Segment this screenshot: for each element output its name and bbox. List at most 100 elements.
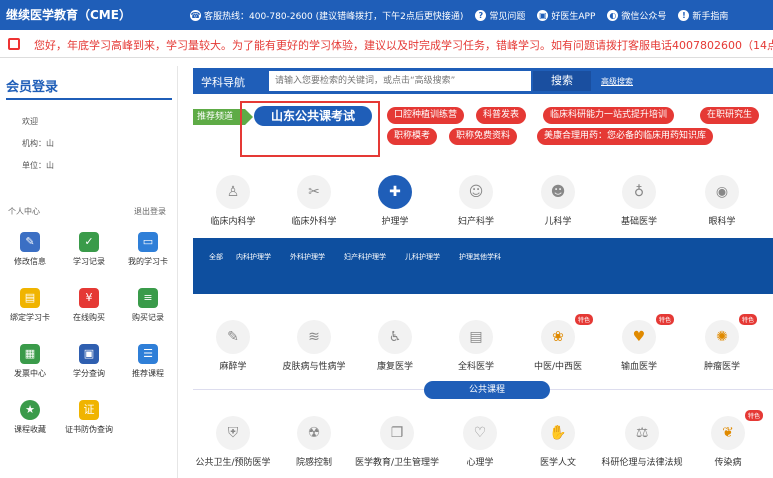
search-button[interactable]: 搜索: [533, 71, 591, 91]
dept-label: 麻醉学: [219, 362, 247, 372]
hotline-text: 客服热线：400-780-2600 (建议错峰拨打，下午2点后更快接通): [204, 11, 464, 22]
search-input[interactable]: [269, 71, 531, 91]
dept-transfusion[interactable]: ♥ 特色 输血医学: [604, 314, 674, 372]
site-brand[interactable]: 继续医学教育（CME）: [6, 6, 131, 23]
dept-dermatology[interactable]: ≋ 皮肤病与性病学: [279, 320, 349, 372]
dept-label: 基础医学: [620, 217, 657, 227]
menu-credit-query[interactable]: ▣ 学分查询: [61, 344, 117, 379]
menu-label: 修改信息: [14, 257, 46, 266]
tag-science-publish[interactable]: 科普发表: [476, 107, 527, 124]
menu-buy-online[interactable]: ¥ 在线购买: [61, 288, 117, 323]
top-links: ☎ 客服热线：400-780-2600 (建议错峰拨打，下午2点后更快接通) ? 常…: [190, 0, 728, 30]
menu-favorites[interactable]: ★ 课程收藏: [2, 400, 58, 435]
dept-label: 皮肤病与性病学: [282, 362, 346, 372]
title-divider: [6, 98, 172, 100]
scalpel-icon: ✂: [297, 175, 331, 209]
advanced-search-link[interactable]: 高级搜索: [601, 76, 633, 87]
pregnant-icon: ☺: [459, 175, 493, 209]
public-med-education[interactable]: ❐ 医学教育/卫生管理学: [350, 416, 444, 468]
tag-free-material[interactable]: 职称免费资料: [449, 128, 518, 145]
menu-label: 在线购买: [73, 313, 105, 322]
menu-label: 推荐课程: [132, 369, 164, 378]
app-link[interactable]: ▣ 好医生APP: [537, 9, 595, 22]
menu-label: 发票中心: [14, 369, 46, 378]
card-icon: ▭: [138, 232, 158, 252]
bulb-icon: !: [678, 9, 690, 21]
dept-oncology[interactable]: ✺ 特色 肿瘤医学: [687, 314, 757, 372]
dept-tcm[interactable]: ❀ 特色 中医/中西医: [523, 314, 593, 372]
heart-hand-icon: ♡: [463, 416, 497, 450]
member-sidebar: 会员登录 欢迎 机构：山 单位：山 个人中心 退出登录 ✎ 修改信息 ✓ 学习记录 …: [0, 66, 178, 478]
scales-icon: ⚖: [625, 416, 659, 450]
tumor-icon: ✺: [705, 320, 739, 354]
dept-label: 护理学: [381, 217, 409, 227]
dept-general-practice[interactable]: ▤ 全科医学: [441, 320, 511, 372]
baby-icon: ☻: [541, 175, 575, 209]
recommend-channel-label: 推荐频道: [193, 109, 253, 125]
featured-badge: 特色: [574, 314, 593, 325]
dept-nursing[interactable]: ✚ 护理学: [360, 175, 430, 227]
skin-icon: ≋: [297, 320, 331, 354]
dept-surgery[interactable]: ✂ 临床外科学: [279, 175, 349, 227]
body-icon: ♙: [216, 175, 250, 209]
menu-bind-card[interactable]: ▤ 绑定学习卡: [2, 288, 58, 323]
shield-icon: ⛨: [216, 416, 250, 450]
public-ethics-law[interactable]: ⚖ 科研伦理与法律法规: [597, 416, 687, 468]
menu-recommend[interactable]: ☰ 推荐课程: [120, 344, 176, 379]
menu-edit-info[interactable]: ✎ 修改信息: [2, 232, 58, 267]
menu-purchase-record[interactable]: ≡ 购买记录: [120, 288, 176, 323]
tag-meikang[interactable]: 美康合理用药：您必备的临床用药知识库: [537, 128, 714, 145]
wechat-icon: ◐: [607, 9, 619, 21]
guide-link[interactable]: ! 新手指南: [678, 9, 728, 22]
menu-study-record[interactable]: ✓ 学习记录: [61, 232, 117, 267]
menu-invoice[interactable]: ▦ 发票中心: [2, 344, 58, 379]
cart-icon: ¥: [79, 288, 99, 308]
dept-pediatrics[interactable]: ☻ 儿科学: [523, 175, 593, 227]
subject-nav-bar: 学科导航 搜索 高级搜索: [193, 68, 773, 94]
dept-rehabilitation[interactable]: ♿ 康复医学: [360, 320, 430, 372]
subject-other-nursing[interactable]: 护理其他学科: [459, 252, 501, 262]
dept-internal-medicine[interactable]: ♙ 临床内科学: [198, 175, 268, 227]
faq-label: 常见问题: [489, 11, 526, 22]
logout-link[interactable]: 退出登录: [134, 206, 166, 217]
bind-card-icon: ▤: [20, 288, 40, 308]
menu-my-card[interactable]: ▭ 我的学习卡: [120, 232, 176, 267]
dept-ophthalmology[interactable]: ◉ 眼科学: [687, 175, 757, 227]
subject-internal-nursing[interactable]: 内科护理学: [236, 252, 271, 262]
public-infectious[interactable]: ❦ 特色 传染病: [693, 410, 763, 468]
welcome-text: 欢迎: [22, 117, 38, 126]
dept-obstetrics[interactable]: ☺ 妇产科学: [441, 175, 511, 227]
subject-surgical-nursing[interactable]: 外科护理学: [290, 252, 325, 262]
faq-link[interactable]: ? 常见问题: [475, 9, 525, 22]
tag-mock-exam[interactable]: 职称模考: [387, 128, 438, 145]
folder-icon: ▤: [459, 320, 493, 354]
list-icon: ≡: [138, 288, 158, 308]
dept-label: 康复医学: [376, 362, 413, 372]
menu-label: 购买记录: [132, 313, 164, 322]
public-label: 院感控制: [295, 458, 332, 468]
tag-research-training[interactable]: 临床科研能力一站式提升培训: [543, 107, 675, 124]
public-health[interactable]: ⛨ 公共卫生/预防医学: [191, 416, 275, 468]
dept-label: 中医/中西医: [533, 362, 583, 372]
unit-text: 单位：山: [22, 161, 54, 170]
menu-label: 课程收藏: [14, 425, 46, 434]
dept-label: 输血医学: [620, 362, 657, 372]
record-icon: ✓: [79, 232, 99, 252]
public-humanities[interactable]: ✋ 医学人文: [523, 416, 593, 468]
dept-anesthesiology[interactable]: ✎ 麻醉学: [198, 320, 268, 372]
menu-certificate[interactable]: 证证书防伪查询: [61, 400, 117, 435]
public-psychology[interactable]: ♡ 心理学: [445, 416, 515, 468]
subject-ob-nursing[interactable]: 妇产科护理学: [344, 252, 386, 262]
dept-basic-medicine[interactable]: ♁ 基础医学: [604, 175, 674, 227]
public-infection-control[interactable]: ☢ 院感控制: [279, 416, 349, 468]
tag-dental-camp[interactable]: 口腔种植训练营: [387, 107, 465, 124]
question-icon: ?: [475, 9, 487, 21]
subject-pediatric-nursing[interactable]: 儿科护理学: [405, 252, 440, 262]
wechat-link[interactable]: ◐ 微信公众号: [607, 9, 666, 22]
subject-all[interactable]: 全部: [209, 252, 223, 262]
stethoscope-icon: ♁: [622, 175, 656, 209]
mask-icon: ☢: [297, 416, 331, 450]
public-courses-title: 公共课程: [424, 381, 550, 399]
tag-graduate[interactable]: 在职研究生: [700, 107, 760, 124]
subject-filter-band: 全部 内科护理学 外科护理学 妇产科护理学 儿科护理学 护理其他学科: [193, 238, 773, 294]
